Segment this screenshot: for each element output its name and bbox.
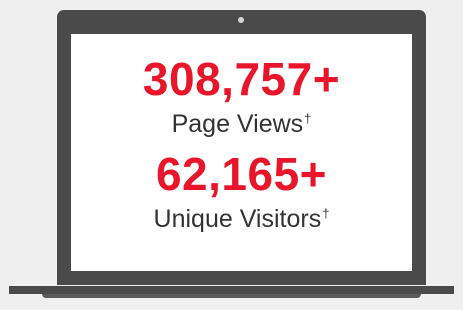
stat-value: 62,165+ (155, 148, 328, 200)
stat-label-wrapper: Unique Visitors† (71, 199, 412, 234)
laptop-base-shadow (42, 294, 421, 298)
laptop-screen: 308,757+ Page Views† 62,165+ Unique Visi… (71, 34, 412, 271)
stat-page-views: 308,757+ Page Views† (71, 56, 412, 139)
stat-label-wrapper: Page Views† (71, 104, 412, 139)
stat-label: Page Views (171, 110, 304, 138)
stat-unique-visitors: 62,165+ Unique Visitors† (71, 151, 412, 234)
laptop-icon: 308,757+ Page Views† 62,165+ Unique Visi… (57, 10, 426, 285)
footnote-mark: † (322, 206, 330, 221)
footnote-mark: † (304, 111, 312, 126)
stats-group: 308,757+ Page Views† 62,165+ Unique Visi… (71, 56, 412, 234)
laptop-base (9, 286, 454, 294)
stat-value: 308,757+ (142, 53, 341, 105)
stat-label: Unique Visitors (153, 205, 322, 233)
webcam-icon (238, 17, 244, 23)
